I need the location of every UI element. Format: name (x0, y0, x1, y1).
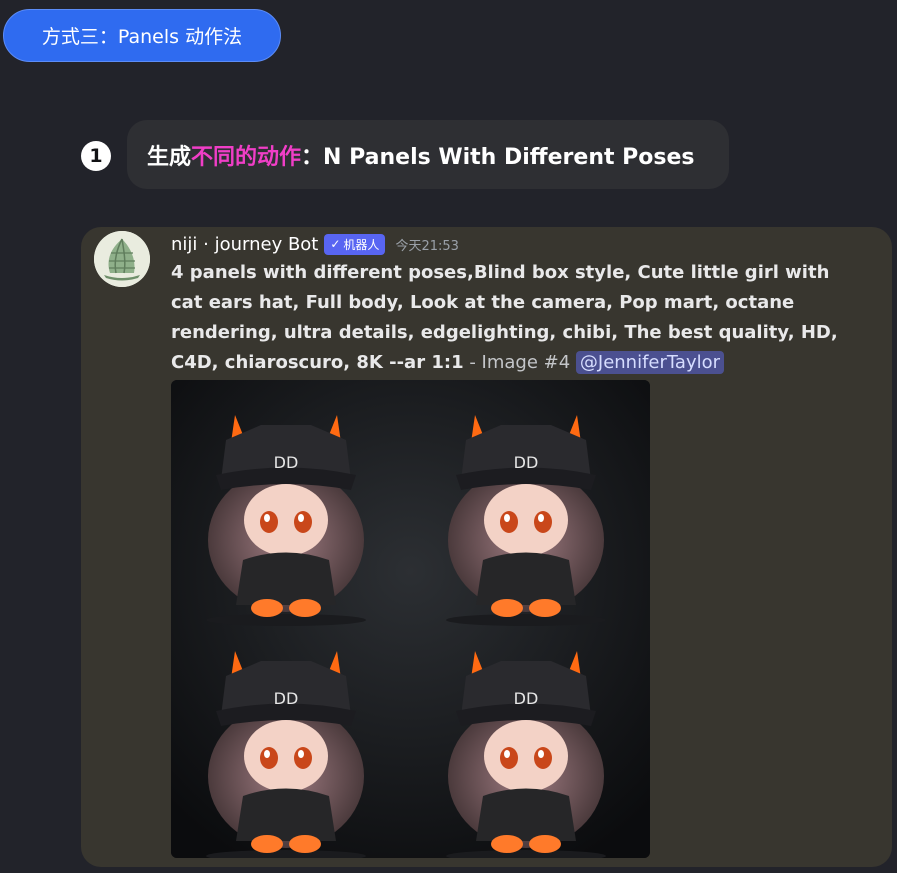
step-title-highlight: 不同的动作 (191, 144, 302, 170)
avatar[interactable] (94, 231, 150, 287)
method-pill[interactable]: 方式三：Panels 动作法 (3, 9, 281, 62)
username[interactable]: niji · journey Bot (171, 234, 318, 255)
bot-badge-label: 机器人 (343, 237, 380, 252)
sailboat-icon (94, 231, 150, 287)
user-mention[interactable]: @JenniferTaylor (575, 351, 725, 374)
svg-text:DD: DD (274, 453, 299, 472)
bot-badge: ✓ 机器人 (324, 233, 386, 255)
message-content: 4 panels with different poses,Blind box … (171, 258, 861, 378)
generated-image[interactable]: DD (171, 380, 650, 858)
step-number-badge: 1 (81, 141, 111, 171)
image-number-text: - Image #4 (463, 352, 576, 373)
method-pill-label: 方式三：Panels 动作法 (41, 26, 243, 48)
checkmark-icon: ✓ (330, 237, 341, 251)
generated-image-art: DD (171, 380, 650, 858)
step-title-suffix: ：N Panels With Different Poses (301, 144, 695, 170)
timestamp: 今天21:53 (395, 238, 459, 254)
bot-message: niji · journey Bot ✓ 机器人 今天21:53 4 panel… (81, 227, 892, 867)
step-title-prefix: 生成 (147, 144, 192, 170)
message-header: niji · journey Bot ✓ 机器人 今天21:53 (171, 230, 459, 258)
step-title-box: 生成 不同的动作 ：N Panels With Different Poses (127, 120, 729, 189)
step-number: 1 (89, 145, 103, 167)
